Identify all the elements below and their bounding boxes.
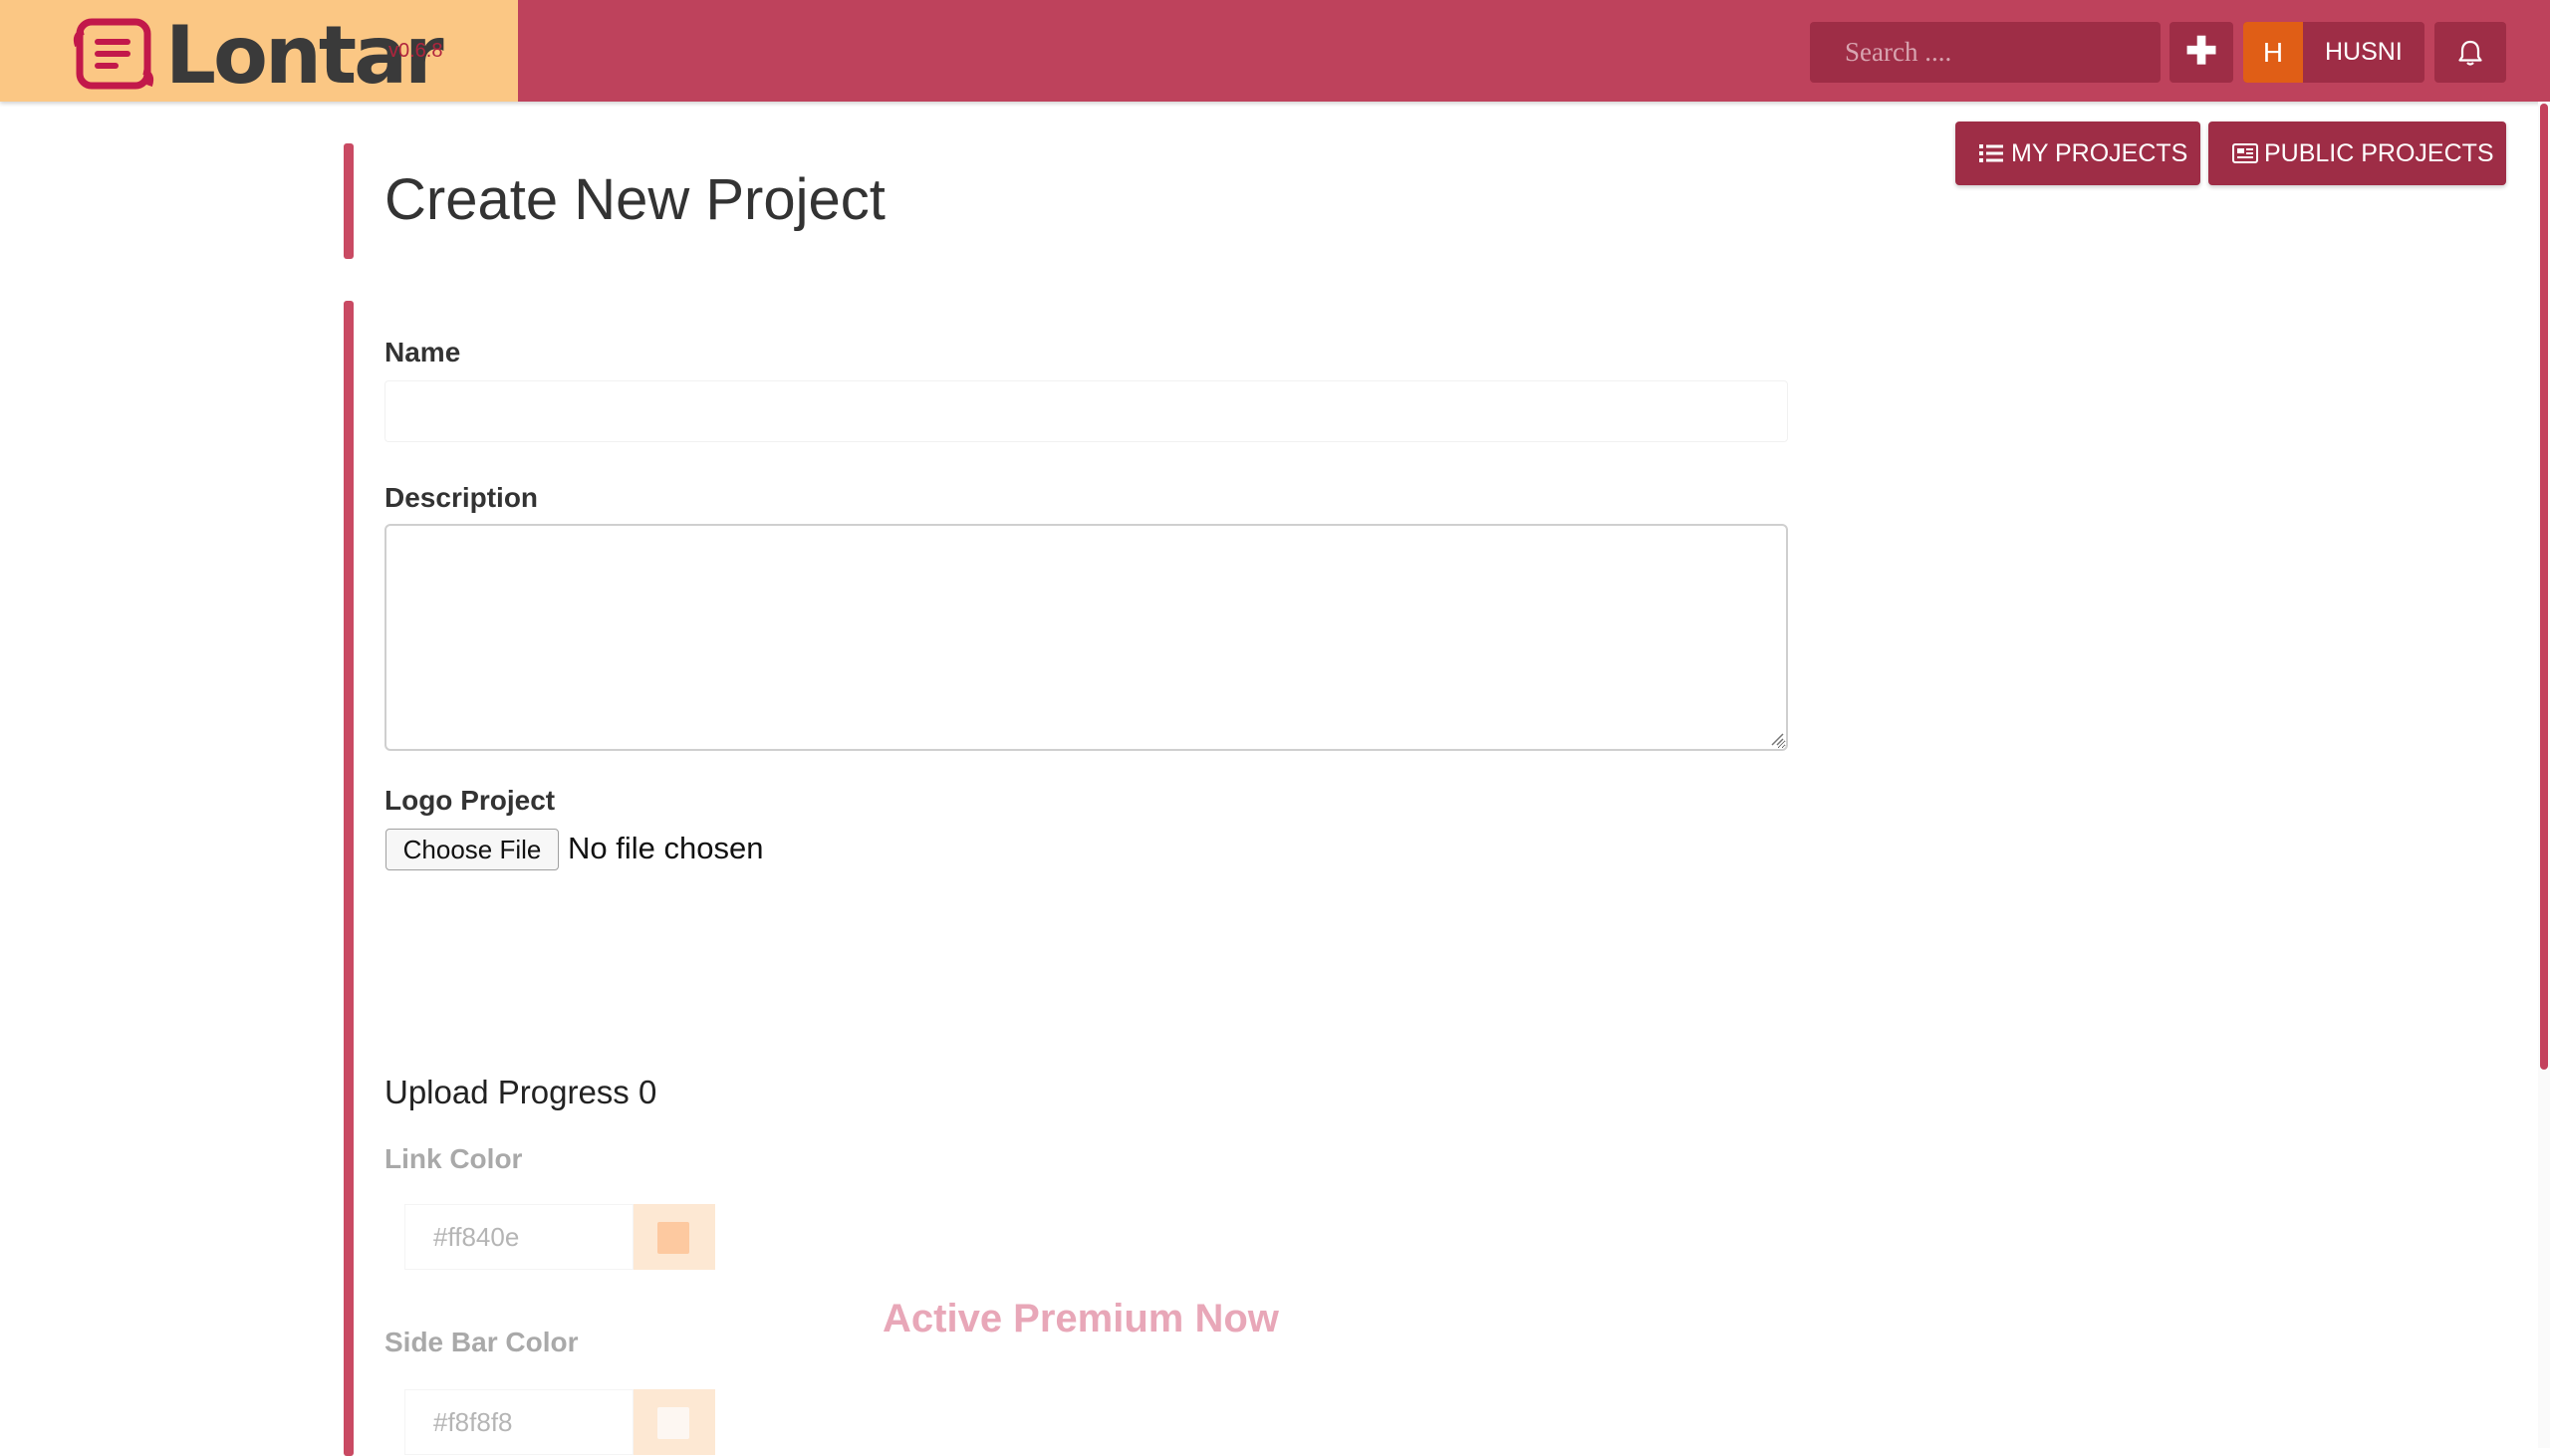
lontar-logo-icon xyxy=(73,18,154,90)
search-input[interactable] xyxy=(1810,22,2161,83)
bell-icon xyxy=(2458,40,2482,66)
form-accent-bar xyxy=(344,301,354,1456)
name-field[interactable] xyxy=(384,380,1788,442)
resize-handle-icon[interactable] xyxy=(1770,732,1784,746)
public-projects-label: PUBLIC PROJECTS xyxy=(2264,139,2494,167)
user-menu-button[interactable]: H HUSNI xyxy=(2243,22,2424,83)
my-projects-label: MY PROJECTS xyxy=(2011,139,2188,167)
choose-file-button[interactable]: Choose File xyxy=(385,829,559,870)
plus-icon: ✚ xyxy=(2185,31,2217,73)
page-title: Create New Project xyxy=(384,167,886,232)
notifications-button[interactable] xyxy=(2434,22,2506,83)
top-navbar: Lontar v0.6.8 ✚ H HUSNI xyxy=(0,0,2550,102)
sidebar-color-picker[interactable] xyxy=(634,1389,715,1455)
link-color-input[interactable]: #ff840e xyxy=(404,1204,634,1270)
sidebar-color-swatch xyxy=(657,1407,689,1439)
upload-progress: Upload Progress 0 xyxy=(384,1074,657,1110)
title-accent-bar xyxy=(344,143,354,259)
sidebar-color-input[interactable]: #f8f8f8 xyxy=(404,1389,634,1455)
add-button[interactable]: ✚ xyxy=(2169,22,2233,83)
app-version: v0.6.8 xyxy=(388,40,443,62)
link-color-label: Link Color xyxy=(384,1143,523,1174)
description-field[interactable] xyxy=(384,524,1788,751)
sidebar-color-label: Side Bar Color xyxy=(384,1327,579,1357)
link-color-picker[interactable] xyxy=(634,1204,715,1270)
no-file-chosen-text: No file chosen xyxy=(568,831,764,865)
scrollbar-thumb[interactable] xyxy=(2540,104,2548,1070)
name-label: Name xyxy=(384,337,461,367)
newspaper-icon xyxy=(2232,143,2258,163)
brand[interactable]: Lontar v0.6.8 xyxy=(0,0,518,102)
public-projects-button[interactable]: PUBLIC PROJECTS xyxy=(2208,121,2506,185)
logo-project-label: Logo Project xyxy=(384,785,556,816)
link-color-swatch xyxy=(657,1222,689,1254)
avatar: H xyxy=(2243,22,2303,83)
list-icon xyxy=(1979,144,2003,162)
description-label: Description xyxy=(384,482,539,513)
user-name: HUSNI xyxy=(2325,38,2403,66)
active-premium-link[interactable]: Active Premium Now xyxy=(883,1297,1279,1341)
my-projects-button[interactable]: MY PROJECTS xyxy=(1955,121,2200,185)
